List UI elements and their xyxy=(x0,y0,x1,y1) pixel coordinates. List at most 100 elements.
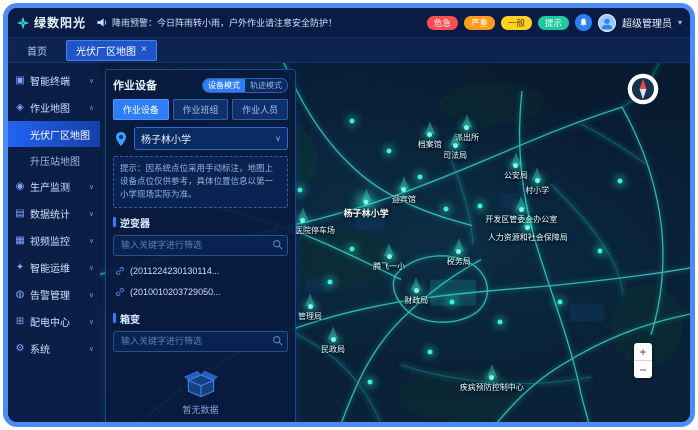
search-icon xyxy=(272,335,283,346)
chevron-up-icon: ∧ xyxy=(89,104,94,112)
beacon-dot-icon xyxy=(464,125,469,130)
box-transformer-search-input[interactable] xyxy=(113,331,288,352)
beacon-dot-icon xyxy=(300,219,305,224)
tab-home[interactable]: 首页 xyxy=(18,41,56,60)
sidebar-item-alarm[interactable]: ◍告警管理∨ xyxy=(8,281,100,308)
site-select[interactable]: 杨子林小学 ∨ xyxy=(134,127,288,150)
mode-toggle[interactable]: 设备模式 轨迹模式 xyxy=(202,78,288,93)
close-icon[interactable]: × xyxy=(141,45,147,55)
camera-icon: ▦ xyxy=(14,235,26,246)
empty-box-icon xyxy=(183,369,219,399)
map-marker[interactable]: 民政局 xyxy=(321,326,345,355)
beacon-dot-icon xyxy=(513,163,518,168)
map-marker[interactable]: 杨子林小学 xyxy=(344,188,389,219)
marker-label: 财政局 xyxy=(404,295,428,306)
beacon-dot-icon xyxy=(427,132,432,137)
sidebar-item-statistics[interactable]: ▤数据统计∨ xyxy=(8,200,100,227)
device-panel: 作业设备 设备模式 轨迹模式 作业设备 作业班组 作业人员 xyxy=(105,69,296,422)
chevron-down-icon: ∨ xyxy=(89,183,94,191)
marker-label: 迎宾馆 xyxy=(392,194,416,205)
header-right: 危急严重一般提示 超级管理员 ▾ xyxy=(427,14,682,32)
section-title-inverter: 逆变器 xyxy=(120,215,150,230)
beacon-dot-icon xyxy=(331,337,336,342)
alarm-badge[interactable]: 一般 xyxy=(501,16,532,30)
chevron-down-icon: ∨ xyxy=(89,291,94,299)
location-pin-icon xyxy=(113,131,129,147)
device-list-item[interactable]: (2011224230130114... xyxy=(113,261,288,282)
sidebar-item-terminal[interactable]: ▣智能终端∨ xyxy=(8,67,100,94)
device-list-item[interactable]: (2010010203729050... xyxy=(113,282,288,303)
beacon-dot-icon xyxy=(414,288,419,293)
tip-box: 提示：因系统点位采用手动标注，地图上设备点位仅供参考，具体位置信息以第一小学现场… xyxy=(113,156,288,208)
map-marker[interactable]: 迎宾馆 xyxy=(392,176,416,205)
zoom-in-button[interactable]: + xyxy=(634,343,652,360)
power-icon: ⊞ xyxy=(14,316,26,327)
chevron-down-icon: ∨ xyxy=(89,264,94,272)
tab-bar: 首页 光伏厂区地图 × xyxy=(8,38,690,63)
map-marker[interactable]: 管理局 xyxy=(298,293,322,322)
device-list: (2011224230130114... (2010010203729050..… xyxy=(113,261,288,303)
production-icon: ◉ xyxy=(14,181,26,192)
sidebar-item-ops[interactable]: ✦智能运维∨ xyxy=(8,254,100,281)
link-icon xyxy=(115,266,125,276)
empty-state: 暂无数据 xyxy=(113,357,288,422)
chevron-down-icon: ∨ xyxy=(275,134,281,143)
marker-label: 杨子林小学 xyxy=(344,206,389,219)
map-marker[interactable]: 司法局 xyxy=(443,132,467,161)
map-marker[interactable]: 疾病预防控制中心 xyxy=(460,364,524,393)
panel-tab-devices[interactable]: 作业设备 xyxy=(113,99,169,120)
marker-label: 腾飞一小 xyxy=(373,261,405,272)
map-marker[interactable]: 财政局 xyxy=(404,277,428,306)
search-icon xyxy=(272,239,283,250)
mode-track[interactable]: 轨迹模式 xyxy=(245,79,287,92)
bell-icon[interactable] xyxy=(575,14,592,31)
map-canvas[interactable]: 档案馆 派出所 司法局 公安局 xyxy=(100,63,690,422)
avatar[interactable] xyxy=(598,14,616,32)
beacon-dot-icon xyxy=(308,304,313,309)
empty-text: 暂无数据 xyxy=(182,403,218,416)
chevron-down-icon[interactable]: ▾ xyxy=(678,18,682,27)
mode-device[interactable]: 设备模式 xyxy=(203,79,245,92)
marker-label: 疾病预防控制中心 xyxy=(460,382,524,393)
beacon-dot-icon xyxy=(456,249,461,254)
map-marker[interactable]: 人力资源和社会保障局 xyxy=(488,214,568,243)
map-marker[interactable]: 档案馆 xyxy=(418,121,442,150)
announcement: 降雨预警：今日阵雨转小雨，户外作业请注意安全防护！ xyxy=(96,16,427,29)
announcement-text: 降雨预警：今日阵雨转小雨，户外作业请注意安全防护！ xyxy=(112,16,337,29)
map-marker[interactable]: 村小学 xyxy=(525,167,549,196)
beacon-dot-icon xyxy=(453,143,458,148)
marker-label: 档案馆 xyxy=(418,139,442,150)
beacon-dot-icon xyxy=(401,187,406,192)
sidebar-item-system[interactable]: ⚙系统∨ xyxy=(8,335,100,362)
sidebar-subitem-substation-map[interactable]: 升压站地图 xyxy=(8,147,100,173)
logo-icon xyxy=(16,16,30,30)
zoom-control: + − xyxy=(634,343,652,378)
terminal-icon: ▣ xyxy=(14,75,26,86)
alarm-badge[interactable]: 严重 xyxy=(464,16,495,30)
sidebar-item-power[interactable]: ⊞配电中心∨ xyxy=(8,308,100,335)
gear-icon: ⚙ xyxy=(14,343,26,354)
marker-label: 民政局 xyxy=(321,344,345,355)
tab-pv-map[interactable]: 光伏厂区地图 × xyxy=(66,40,157,61)
username[interactable]: 超级管理员 xyxy=(622,15,672,30)
sidebar-item-production[interactable]: ◉生产监测∨ xyxy=(8,173,100,200)
panel-tab-teams[interactable]: 作业班组 xyxy=(173,99,229,120)
sidebar-item-map[interactable]: ◈作业地图∧ xyxy=(8,94,100,121)
map-marker[interactable]: 腾飞一小 xyxy=(373,243,405,272)
inverter-search-input[interactable] xyxy=(113,235,288,256)
chevron-down-icon: ∨ xyxy=(89,345,94,353)
chevron-down-icon: ∨ xyxy=(89,237,94,245)
alarm-badge[interactable]: 提示 xyxy=(538,16,569,30)
compass-control[interactable] xyxy=(626,72,660,106)
brand: 绿数阳光 xyxy=(16,14,86,31)
header: 绿数阳光 降雨预警：今日阵雨转小雨，户外作业请注意安全防护！ 危急严重一般提示 … xyxy=(8,8,690,38)
alarm-badge[interactable]: 危急 xyxy=(427,16,458,30)
chevron-down-icon: ∨ xyxy=(89,77,94,85)
panel-tab-people[interactable]: 作业人员 xyxy=(232,99,288,120)
zoom-out-button[interactable]: − xyxy=(634,361,652,378)
sidebar-item-video[interactable]: ▦视频监控∨ xyxy=(8,227,100,254)
map-marker[interactable]: 税务局 xyxy=(447,238,471,267)
section-box-transformer: 箱变 xyxy=(113,311,288,422)
sidebar-subitem-pv-map[interactable]: 光伏厂区地图 xyxy=(8,121,100,147)
section-inverter: 逆变器 xyxy=(113,215,288,303)
